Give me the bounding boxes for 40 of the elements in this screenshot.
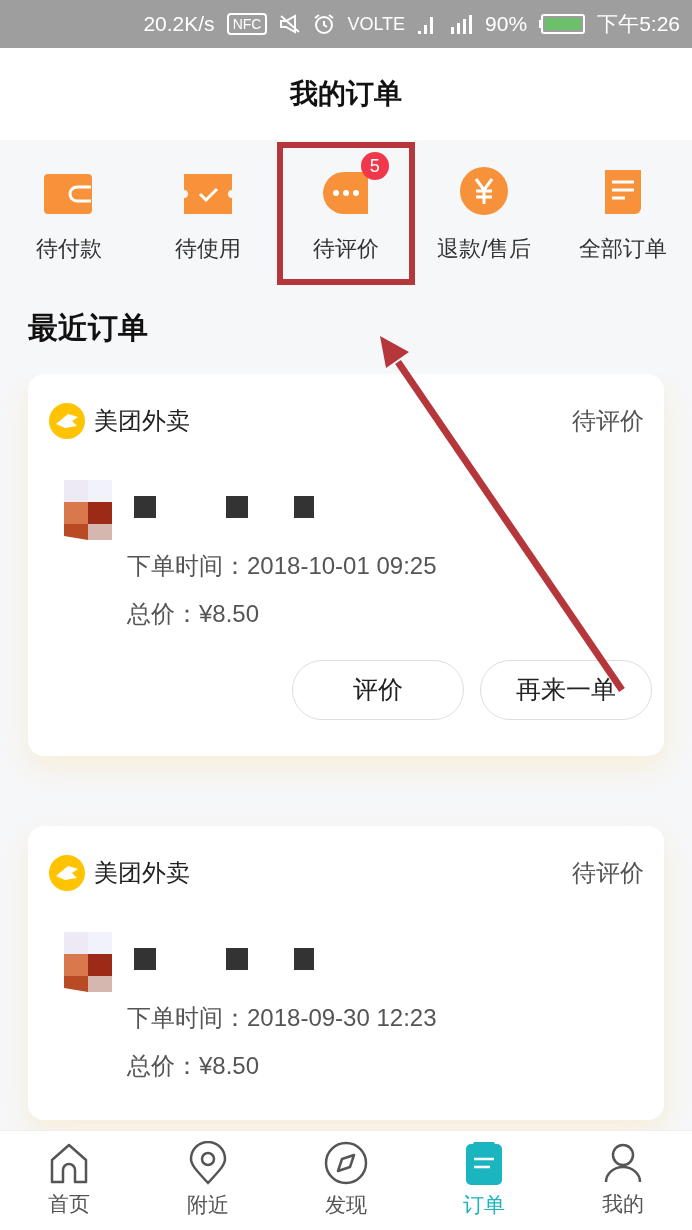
volte-indicator: VOLTE	[347, 12, 406, 36]
review-button[interactable]: 评价	[292, 660, 464, 720]
clipboard-icon	[466, 1140, 503, 1185]
order-status: 待评价	[572, 406, 644, 436]
battery-percent: 90%	[485, 11, 528, 38]
compass-icon	[324, 1140, 368, 1185]
nav-tab[interactable]: 我的	[553, 1131, 692, 1230]
order-status: 待评价	[572, 858, 644, 888]
shop-name: 美团外卖	[94, 406, 190, 436]
location-pin-icon	[188, 1140, 227, 1185]
nfc-indicator: NFC	[226, 13, 268, 35]
signal-icon	[449, 13, 474, 35]
nav-tab[interactable]: 附近	[138, 1131, 277, 1230]
delivery-logo-icon	[48, 854, 86, 892]
yen-coin-icon	[459, 166, 510, 216]
nav-tab[interactable]: 发现	[276, 1131, 416, 1230]
person-icon	[602, 1141, 643, 1184]
page-title: 我的订单	[290, 77, 402, 111]
delivery-logo-icon	[48, 402, 86, 440]
reorder-button[interactable]: 再来一单	[480, 660, 652, 720]
clock-time: 下午5:26	[597, 11, 680, 38]
order-category-button[interactable]: 5 待评价	[282, 150, 410, 265]
order-time: 下单时间：2018-10-01 09:25	[127, 551, 438, 581]
shop-name: 美团外卖	[94, 858, 190, 888]
battery-icon	[539, 14, 586, 34]
count-badge: 5	[360, 152, 389, 180]
order-total: 总价：¥8.50	[127, 599, 261, 629]
order-time: 下单时间：2018-09-30 12:23	[127, 1003, 438, 1033]
network-speed: 20.2K/s	[143, 11, 215, 38]
mute-icon	[279, 14, 302, 34]
order-category-button[interactable]: 全部订单	[559, 150, 686, 265]
order-category-button[interactable]: 待付款	[6, 150, 133, 265]
ticket-icon	[181, 172, 234, 216]
nav-tab[interactable]: 首页	[0, 1131, 139, 1230]
home-icon	[49, 1141, 90, 1184]
order-category-button[interactable]: 待使用	[144, 150, 271, 265]
order-total: 总价：¥8.50	[127, 1051, 261, 1081]
section-title: 最近订单	[28, 311, 148, 344]
alarm-clock-icon	[313, 13, 336, 35]
order-category-button[interactable]: 退款/售后	[421, 150, 548, 265]
